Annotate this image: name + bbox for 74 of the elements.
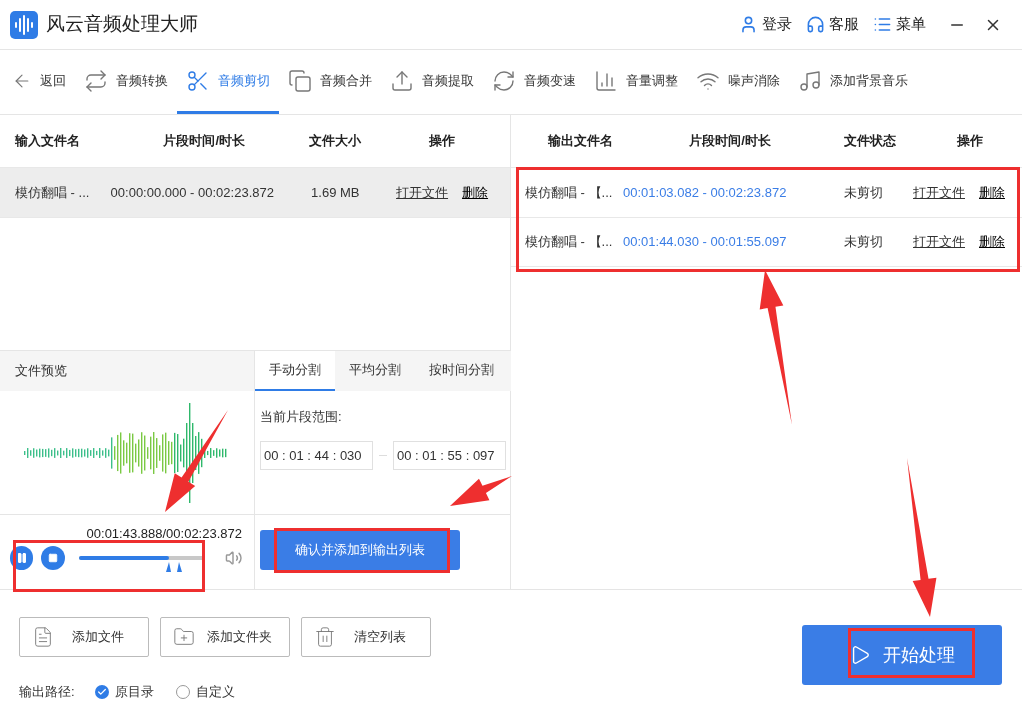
- table-cell-text: 模仿翻唱 - 【...: [525, 183, 614, 202]
- split-tab[interactable]: 平均分割: [335, 351, 415, 391]
- start-time-field[interactable]: 00 : 01 : 44 : 030: [260, 440, 373, 470]
- table-cell-text: 模仿翻唱 - 【...: [525, 233, 614, 252]
- toolbar-button[interactable]: 清空列表: [301, 617, 431, 657]
- user-icon: [739, 15, 758, 34]
- toolbar-tab[interactable]: 噪声消除: [687, 50, 789, 114]
- stop-button[interactable]: [41, 546, 65, 570]
- menu-icon: [873, 15, 892, 34]
- headset-icon: [806, 15, 825, 34]
- radio-button[interactable]: [94, 684, 109, 699]
- pause-button[interactable]: [10, 546, 34, 570]
- table-cell-text: 00:01:44.030 - 00:01:55.097: [623, 233, 788, 252]
- delete-link[interactable]: 删除: [462, 182, 489, 203]
- trash-icon: [314, 626, 336, 648]
- toolbar-tab[interactable]: 音频变速: [483, 50, 585, 114]
- toolbar-tab[interactable]: 音量调整: [585, 50, 687, 114]
- toolbar-button[interactable]: 添加文件: [19, 617, 149, 657]
- end-time-field[interactable]: 00 : 01 : 55 : 097: [393, 440, 506, 470]
- start-processing-button[interactable]: 开始处理: [802, 625, 1002, 685]
- table-cell-text: 未剪切: [842, 233, 884, 252]
- table-cell-text: 00:00:00.000 - 00:02:23.872: [109, 183, 275, 202]
- toolbar-tab[interactable]: 音频提取: [381, 50, 483, 114]
- table-cell-text: 模仿翻唱 - ...: [15, 183, 91, 202]
- column-header: 操作: [428, 132, 457, 151]
- folder-plus-icon: [173, 626, 195, 648]
- preview-header: 文件预览: [0, 351, 254, 391]
- split-tab[interactable]: 手动分割: [255, 351, 335, 391]
- table-cell-text: 00:01:03.082 - 00:02:23.872: [623, 183, 788, 202]
- check-icon: [96, 686, 107, 697]
- header-menu-item[interactable]: 菜单: [873, 13, 926, 36]
- segment-range-label: 当前片段范围:: [260, 408, 343, 426]
- radio-option[interactable]: 原目录: [94, 682, 154, 702]
- column-header: 操作: [956, 132, 984, 151]
- delete-link[interactable]: 删除: [979, 232, 1005, 252]
- circular-arrows-icon: [492, 68, 516, 93]
- file-plus-icon: [32, 626, 54, 648]
- volume-icon[interactable]: [224, 549, 242, 567]
- radio-option[interactable]: 自定义: [175, 682, 235, 702]
- toolbar-tab[interactable]: 添加背景音乐: [789, 50, 917, 114]
- table-row[interactable]: 模仿翻唱 - ... 00:00:00.000 - 00:02:23.872 1.69 MB 打开文件 删除: [0, 167, 510, 218]
- column-header: 文件大小: [308, 132, 363, 151]
- swap-arrows-icon: [84, 68, 108, 93]
- stop-icon: [47, 553, 58, 563]
- upload-icon: [390, 68, 414, 93]
- header-menu-item[interactable]: 客服: [806, 13, 859, 36]
- column-header: 片段时间/时长: [688, 132, 772, 151]
- pause-icon: [15, 552, 28, 564]
- toolbar-tab[interactable]: 音频剪切: [177, 50, 279, 114]
- delete-link[interactable]: 删除: [979, 182, 1005, 203]
- confirm-add-button[interactable]: 确认并添加到输出列表: [260, 530, 460, 570]
- table-cell-text: 1.69 MB: [310, 183, 361, 202]
- window-title: 风云音频处理大师: [46, 12, 198, 37]
- split-tab[interactable]: 按时间分割: [415, 351, 508, 391]
- open-file-link[interactable]: 打开文件: [913, 232, 965, 252]
- music-note-icon: [798, 68, 822, 93]
- column-header: 片段时间/时长: [162, 132, 247, 151]
- annotation-arrow: [450, 476, 512, 506]
- toolbar-tab[interactable]: 音频合并: [279, 50, 381, 114]
- column-header: 输出文件名: [546, 132, 614, 151]
- header-menu-item[interactable]: 登录: [739, 13, 792, 36]
- playback-time: 00:01:43.888/00:02:23.872: [85, 527, 242, 540]
- column-header: 文件状态: [843, 132, 897, 151]
- open-file-link[interactable]: 打开文件: [396, 182, 449, 203]
- open-file-link[interactable]: 打开文件: [913, 182, 965, 203]
- column-header: 输入文件名: [15, 132, 81, 151]
- table-cell-text: 未剪切: [842, 183, 884, 202]
- app-logo-icon: [10, 10, 38, 39]
- bars-icon: [594, 68, 618, 93]
- output-path-label: 输出路径:: [19, 683, 75, 701]
- toolbar-tab[interactable]: 返回: [12, 50, 75, 114]
- toolbar-button[interactable]: 添加文件夹: [160, 617, 290, 657]
- toolbar-tab[interactable]: 音频转换: [75, 50, 177, 114]
- overlapping-squares-icon: [288, 68, 312, 93]
